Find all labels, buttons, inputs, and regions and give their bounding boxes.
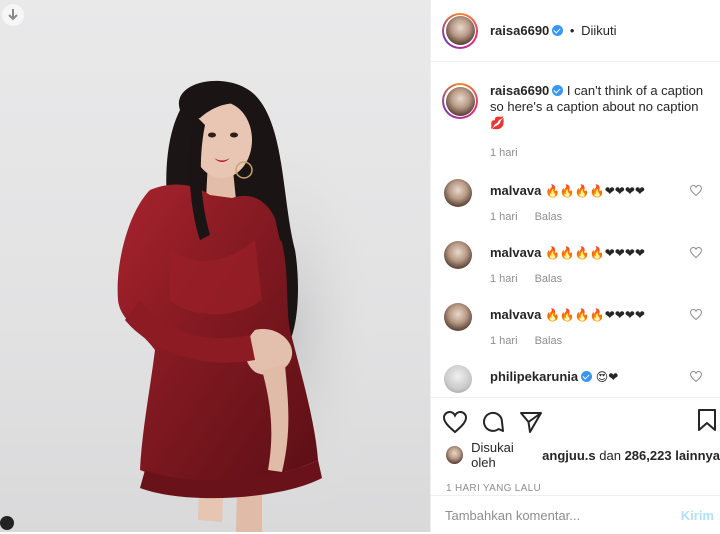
comment-time[interactable]: 1 hari: [490, 335, 518, 347]
caption: raisa6690 I can't think of a caption so …: [431, 63, 720, 161]
caption-time[interactable]: 1 hari: [490, 147, 518, 159]
comment-like-icon[interactable]: [690, 185, 702, 196]
comment-like-icon[interactable]: [690, 247, 702, 258]
likes-mid: dan: [599, 447, 621, 463]
comment-body: malvava 🔥🔥🔥🔥❤❤❤❤ 1 hari Balas: [490, 307, 645, 349]
comment-body: malvava 🔥🔥🔥🔥❤❤❤❤ 1 hari Balas: [490, 183, 645, 225]
reply-button[interactable]: Balas: [535, 211, 563, 223]
comment-time[interactable]: 1 hari: [490, 211, 518, 223]
download-button[interactable]: [2, 4, 24, 26]
liker-avatar[interactable]: [446, 446, 464, 464]
separator-dot: •: [569, 23, 575, 38]
comment-text: 🔥🔥🔥🔥❤❤❤❤: [544, 308, 645, 322]
verified-icon: [552, 85, 564, 96]
comment-like-icon[interactable]: [690, 371, 702, 382]
comment-like-icon[interactable]: [690, 309, 702, 320]
comment-body: malvava 🔥🔥🔥🔥❤❤❤❤ 1 hari Balas: [490, 245, 645, 287]
verified-icon: [552, 25, 564, 36]
likes-suffix[interactable]: lainnya: [675, 448, 720, 463]
likes-prefix: Disukai oleh: [471, 440, 514, 470]
comment-username[interactable]: malvava: [490, 245, 541, 260]
author-username[interactable]: raisa6690: [490, 23, 549, 38]
caption-body: raisa6690 I can't think of a caption so …: [490, 83, 706, 161]
comment-username[interactable]: malvava: [490, 183, 541, 198]
comment-body: philipekarunia 😍❤: [490, 369, 618, 385]
post-header: raisa6690 • Diikuti: [431, 0, 720, 62]
commenter-avatar[interactable]: [444, 365, 472, 393]
header-text: raisa6690 • Diikuti: [490, 23, 617, 38]
commenter-avatar[interactable]: [444, 303, 472, 331]
commenter-avatar[interactable]: [444, 241, 472, 269]
comment-username[interactable]: philipekarunia: [490, 369, 578, 384]
post-modal: raisa6690 • Diikuti raisa6690 I can't th…: [0, 0, 720, 532]
photo-illustration: [117, 80, 380, 532]
share-icon[interactable]: [519, 410, 543, 434]
verified-icon: [581, 371, 593, 382]
heart-icon[interactable]: [443, 411, 467, 433]
comment-input[interactable]: Tambahkan komentar...: [445, 508, 580, 523]
reply-button[interactable]: Balas: [535, 335, 563, 347]
caption-meta: 1 hari: [490, 145, 706, 161]
caption-username[interactable]: raisa6690: [490, 83, 549, 98]
reply-button[interactable]: Balas: [535, 273, 563, 285]
comment-item: malvava 🔥🔥🔥🔥❤❤❤❤ 1 hari Balas: [431, 179, 720, 241]
post-photo[interactable]: [0, 0, 430, 532]
post-comment-button[interactable]: Kirim: [681, 508, 714, 523]
corner-indicator: [0, 516, 14, 530]
caption-emoji: 💋: [490, 116, 505, 130]
bookmark-icon[interactable]: [697, 409, 717, 431]
author-avatar[interactable]: [442, 12, 478, 49]
add-comment-bar: Tambahkan komentar... Kirim: [431, 495, 720, 534]
comment-text: 😍❤: [595, 370, 619, 384]
comment-item: malvava 🔥🔥🔥🔥❤❤❤❤ 1 hari Balas: [431, 303, 720, 365]
comment-meta: 1 hari Balas: [490, 271, 645, 287]
comment-item: malvava 🔥🔥🔥🔥❤❤❤❤ 1 hari Balas: [431, 241, 720, 303]
comment-icon[interactable]: [481, 410, 505, 434]
download-icon: [8, 9, 18, 21]
liker-username[interactable]: angjuu.s: [542, 448, 595, 463]
post-side-panel: raisa6690 • Diikuti raisa6690 I can't th…: [430, 0, 720, 532]
post-date[interactable]: 1 HARI YANG LALU: [431, 483, 720, 494]
action-icons: [431, 398, 720, 436]
comment-text: 🔥🔥🔥🔥❤❤❤❤: [544, 184, 645, 198]
commenter-avatar[interactable]: [444, 179, 472, 207]
comment-username[interactable]: malvava: [490, 307, 541, 322]
comment-meta: 1 hari Balas: [490, 209, 645, 225]
likes-summary: Disukai oleh angjuu.s dan 286,223 lainny…: [431, 440, 720, 470]
caption-avatar[interactable]: [442, 83, 478, 119]
comment-meta: 1 hari Balas: [490, 333, 645, 349]
comment-text: 🔥🔥🔥🔥❤❤❤❤: [544, 246, 645, 260]
comment-item: philipekarunia 😍❤: [431, 365, 720, 397]
likes-count[interactable]: 286,223: [625, 448, 672, 463]
comments-list[interactable]: raisa6690 I can't think of a caption so …: [431, 63, 720, 397]
post-actions: Disukai oleh angjuu.s dan 286,223 lainny…: [431, 397, 720, 533]
comment-time[interactable]: 1 hari: [490, 273, 518, 285]
following-button[interactable]: Diikuti: [581, 23, 616, 38]
